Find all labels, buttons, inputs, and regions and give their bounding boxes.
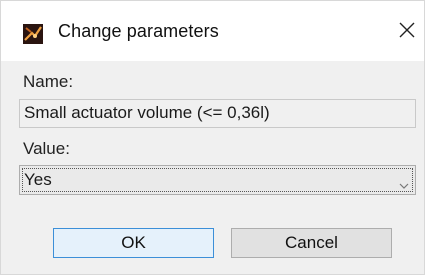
close-button[interactable] [394, 19, 420, 45]
change-parameters-dialog: Change parameters Name: Small actuator v… [0, 0, 425, 275]
dialog-content: Name: Small actuator volume (<= 0,36l) V… [1, 61, 424, 274]
window-title: Change parameters [58, 21, 219, 41]
close-icon [399, 22, 415, 43]
app-logo-icon [23, 24, 43, 44]
value-label: Value: [23, 139, 70, 158]
focus-outline [22, 168, 413, 192]
ok-button[interactable]: OK [53, 228, 214, 258]
name-label: Name: [23, 72, 74, 91]
value-dropdown[interactable]: Yes [19, 165, 416, 195]
name-field: Small actuator volume (<= 0,36l) [19, 99, 416, 128]
cancel-button[interactable]: Cancel [231, 228, 392, 258]
chevron-down-icon [399, 175, 409, 189]
title-bar: Change parameters [1, 1, 424, 61]
value-dropdown-selected: Yes [24, 170, 52, 189]
